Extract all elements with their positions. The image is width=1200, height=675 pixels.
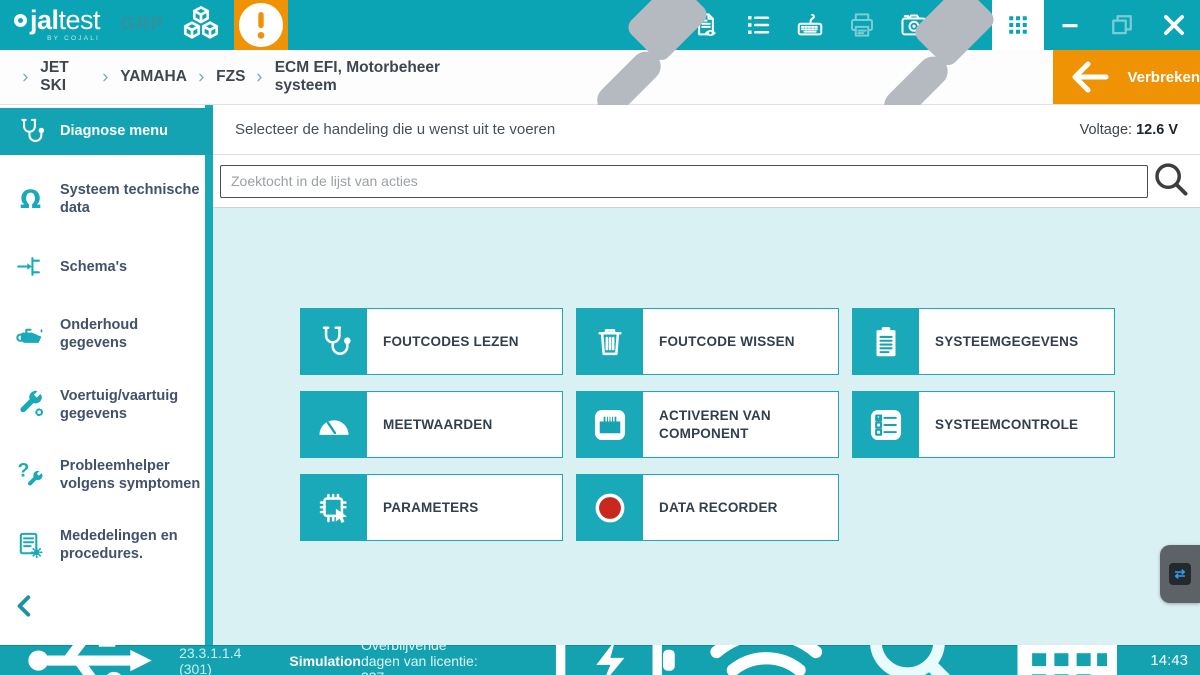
action-systeemgegevens[interactable]: SYSTEEMGEGEVENS [852,308,1115,375]
sidebar-item-label: Schema's [60,258,127,276]
chevron-right-icon [20,71,31,84]
wrench-icon [13,389,47,420]
simulation-mode-label: Simulation [289,653,361,669]
action-label: ACTIVEREN VAN COMPONENT [643,392,838,457]
stethoscope-icon [13,116,47,147]
brand-light: test [59,7,101,34]
search-button[interactable] [1148,158,1194,204]
oilcan-icon [13,319,47,350]
sidebar-item-label: Onderhoud gegevens [60,316,207,352]
clipboard-icon [853,309,919,374]
record-icon [577,475,643,540]
brand-main: jal [30,7,59,34]
sidebar-item-probleemhelper-volgens-symptomen[interactable]: ? Probleemhelper volgens symptomen [0,449,213,501]
sidebar-item-systeem-technische-data[interactable]: Ω Systeem technische data [0,173,213,225]
sidebar-item-label: Voertuig/vaartuig gegevens [60,387,207,423]
teamviewer-icon: ⇄ [1169,563,1191,585]
minimize-button[interactable] [1044,0,1096,50]
connector-icon [577,392,643,457]
chevron-right-icon [100,71,111,84]
connection-icons: TEST [476,50,1054,104]
svg-text:Ω: Ω [20,184,41,213]
brand-by: BY COJALI [14,36,100,43]
printer-icon [847,10,877,40]
restore-icon [1107,10,1137,40]
schematic-icon [13,251,47,282]
breadcrumb-bar: JET SKI YAMAHA FZS ECM EFI, Motorbeheer sys… [0,50,1200,105]
sidebar-item-label: Mededelingen en procedures. [60,527,207,563]
action-label: SYSTEEMGEGEVENS [919,309,1086,374]
trash-icon [577,309,643,374]
action-meetwaarden[interactable]: MEETWAARDEN [300,391,563,458]
action-label: FOUTCODE WISSEN [643,309,803,374]
action-systeemcontrole[interactable]: SYSTEEMCONTROLE [852,391,1115,458]
chevron-right-icon [196,71,207,84]
stethoscope-icon [301,309,367,374]
search-input[interactable] [220,165,1148,198]
action-activeren-van-component[interactable]: ACTIVEREN VAN COMPONENT [576,391,839,458]
close-button[interactable] [1148,0,1200,50]
printer-button[interactable] [836,0,888,50]
omega-icon: Ω [13,184,47,215]
sidebar-item-label: Diagnose menu [60,122,168,140]
logo-dot-icon [14,14,27,27]
content: Selecteer de handeling die u wenst uit t… [213,105,1200,645]
sidebar-item-label: Probleemhelper volgens symptomen [60,457,207,493]
breadcrumb-item-jet-ski[interactable]: JET SKI [40,59,91,95]
voltage-readout: Voltage: 12.6 V [1080,122,1178,138]
search-row [213,155,1200,208]
clock-label: 14:43 [1150,652,1188,669]
cubes-icon[interactable] [178,3,224,47]
sidebar-item-voertuig-vaartuig-gegevens[interactable]: Voertuig/vaartuig gegevens [0,379,213,431]
checklist-icon [853,392,919,457]
sidebar-item-mededelingen-en-procedures[interactable]: Mededelingen en procedures. [0,519,213,571]
action-data-recorder[interactable]: DATA RECORDER [576,474,839,541]
main-region: Diagnose menu Ω Systeem technische data Sch… [0,105,1200,645]
action-label: DATA RECORDER [643,475,786,540]
sidebar-item-diagnose-menu[interactable]: Diagnose menu [0,108,213,155]
search-icon [1148,158,1194,204]
action-grid: FOUTCODES LEZEN FOUTCODE WISSEN SYSTEEMGEG… [213,208,1200,645]
sidebar: Diagnose menu Ω Systeem technische data Sch… [0,105,213,645]
chevron-left-icon [12,593,38,619]
action-label: FOUTCODES LEZEN [367,309,527,374]
procedures-icon [13,530,47,561]
symptom-icon: ? [13,459,47,490]
content-header: Selecteer de handeling die u wenst uit t… [213,105,1200,155]
action-label: PARAMETERS [367,475,487,540]
action-label: MEETWAARDEN [367,392,500,457]
alert-icon [234,0,288,52]
close-icon [1159,10,1189,40]
minimize-icon [1055,10,1085,40]
action-parameters[interactable]: PARAMETERS [300,474,563,541]
sidebar-item-label: Systeem technische data [60,181,207,217]
alert-button[interactable] [234,0,288,50]
breadcrumb-item-yamaha[interactable]: YAMAHA [120,68,187,86]
disconnect-label: Verbreken [1127,69,1200,86]
action-prompt: Selecteer de handeling die u wenst uit t… [235,121,555,138]
breadcrumb-item-ecm-efi-motorbeheer-systeem[interactable]: ECM EFI, Motorbeheer systeem [275,59,476,95]
grp-label: GRP [120,14,164,36]
svg-text:?: ? [17,460,29,482]
breadcrumb-item-fzs[interactable]: FZS [216,68,245,86]
sidebar-item-onderhoud-gegevens[interactable]: Onderhoud gegevens [0,308,213,360]
teamviewer-widget[interactable]: ⇄ [1160,545,1200,603]
disconnect-button[interactable]: Verbreken [1053,50,1200,104]
chip-icon [301,475,367,540]
sidebar-back-button[interactable] [12,593,38,619]
status-bar: 23.3.1.1.4 (301) Simulation Overblijvend… [0,645,1200,675]
jaltest-logo: jal test BY COJALI [0,0,104,50]
chevron-right-icon [254,71,265,84]
action-label: SYSTEEMCONTROLE [919,392,1086,457]
breadcrumb: JET SKI YAMAHA FZS ECM EFI, Motorbeheer sys… [0,50,476,104]
sidebar-item-schema-s[interactable]: Schema's [0,243,213,290]
action-foutcode-wissen[interactable]: FOUTCODE WISSEN [576,308,839,375]
version-label: 23.3.1.1.4 (301) [179,645,241,675]
action-foutcodes-lezen[interactable]: FOUTCODES LEZEN [300,308,563,375]
restore-button[interactable] [1096,0,1148,50]
back-arrow-icon [1066,53,1114,101]
gauge-icon [301,392,367,457]
